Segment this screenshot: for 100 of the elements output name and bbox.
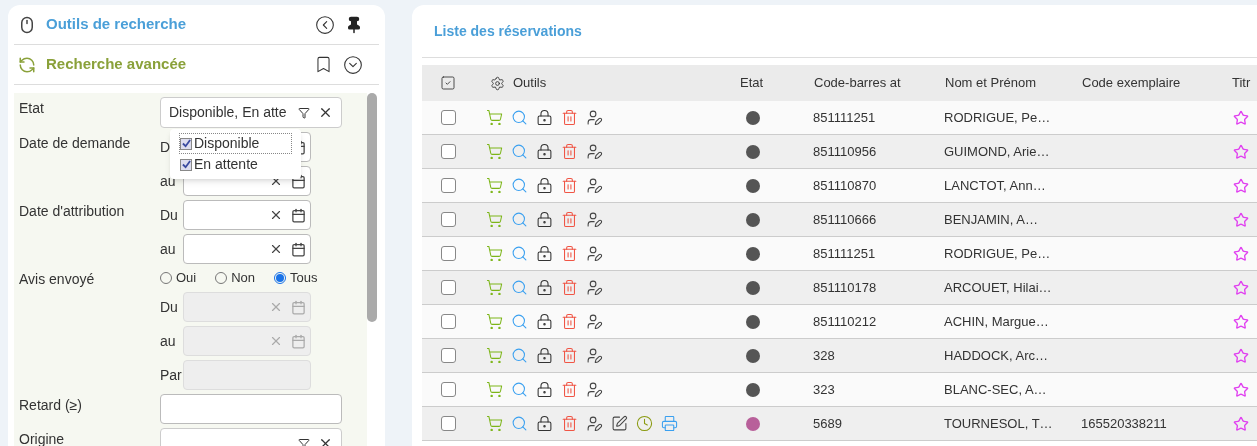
star-icon[interactable] [1233, 313, 1249, 330]
trash-icon[interactable] [561, 245, 578, 262]
radio-option[interactable]: Tous [274, 268, 318, 288]
edit-icon[interactable] [611, 415, 628, 432]
lock-icon[interactable] [536, 245, 553, 262]
trash-icon[interactable] [561, 211, 578, 228]
user-edit-icon[interactable] [586, 347, 603, 364]
lock-icon[interactable] [536, 279, 553, 296]
dropdown-option[interactable]: En attente [179, 154, 292, 175]
chevron-left-icon[interactable] [315, 14, 335, 35]
star-icon[interactable] [1233, 245, 1249, 262]
row-checkbox[interactable] [440, 314, 456, 329]
table-row[interactable]: 851111251 RODRIGUE, Pe… [422, 101, 1257, 135]
table-row[interactable]: 851110956 GUIMOND, Arie… [422, 135, 1257, 169]
search-icon[interactable] [511, 313, 528, 330]
clock-icon[interactable] [636, 415, 653, 432]
table-row[interactable]: 851110178 ARCOUET, Hilai… [422, 271, 1257, 305]
star-icon[interactable] [1233, 381, 1249, 398]
filter-icon[interactable] [298, 437, 310, 446]
search-icon[interactable] [511, 415, 528, 432]
user-edit-icon[interactable] [586, 211, 603, 228]
user-edit-icon[interactable] [586, 177, 603, 194]
star-icon[interactable] [1233, 143, 1249, 160]
table-row[interactable]: 851111251 RODRIGUE, Pe… [422, 237, 1257, 271]
search-icon[interactable] [511, 347, 528, 364]
select-field[interactable]: Disponible, En atte [160, 97, 342, 128]
trash-icon[interactable] [561, 109, 578, 126]
star-icon[interactable] [1233, 347, 1249, 364]
star-icon[interactable] [1233, 177, 1249, 194]
row-checkbox[interactable] [440, 110, 456, 125]
row-checkbox[interactable] [440, 212, 456, 227]
clear-icon[interactable] [318, 105, 333, 120]
table-row[interactable]: 851110870 LANCTOT, Ann… [422, 169, 1257, 203]
search-icon[interactable] [511, 279, 528, 296]
calendar-icon[interactable] [291, 207, 306, 223]
cart-icon[interactable] [486, 245, 503, 262]
pin-icon[interactable] [345, 15, 363, 34]
dropdown-option[interactable]: Disponible [179, 133, 292, 154]
row-checkbox[interactable] [440, 144, 456, 159]
lock-icon[interactable] [536, 313, 553, 330]
cart-icon[interactable] [486, 279, 503, 296]
user-edit-icon[interactable] [586, 245, 603, 262]
cart-icon[interactable] [486, 143, 503, 160]
printer-icon[interactable] [661, 415, 678, 432]
row-checkbox[interactable] [440, 178, 456, 193]
cart-icon[interactable] [486, 313, 503, 330]
date-field[interactable] [183, 234, 311, 264]
cart-icon[interactable] [486, 415, 503, 432]
user-edit-icon[interactable] [586, 143, 603, 160]
lock-icon[interactable] [536, 211, 553, 228]
search-icon[interactable] [511, 109, 528, 126]
user-edit-icon[interactable] [586, 109, 603, 126]
trash-icon[interactable] [561, 313, 578, 330]
select-all-icon[interactable] [440, 75, 456, 91]
calendar-icon[interactable] [291, 241, 306, 257]
lock-icon[interactable] [536, 381, 553, 398]
clear-icon[interactable] [269, 208, 283, 222]
star-icon[interactable] [1233, 279, 1249, 296]
cart-icon[interactable] [486, 347, 503, 364]
scrollbar[interactable] [367, 93, 377, 322]
trash-icon[interactable] [561, 415, 578, 432]
trash-icon[interactable] [561, 279, 578, 296]
user-edit-icon[interactable] [586, 313, 603, 330]
chevron-down-icon[interactable] [343, 54, 363, 75]
radio-option[interactable]: Non [215, 268, 256, 288]
table-row[interactable]: 328 HADDOCK, Arc… [422, 339, 1257, 373]
row-checkbox[interactable] [440, 382, 456, 397]
text-field[interactable] [160, 394, 342, 424]
user-edit-icon[interactable] [586, 415, 603, 432]
search-icon[interactable] [511, 245, 528, 262]
row-checkbox[interactable] [440, 348, 456, 363]
date-field[interactable] [183, 200, 311, 230]
search-icon[interactable] [511, 177, 528, 194]
search-icon[interactable] [511, 211, 528, 228]
table-row[interactable]: 323 BLANC-SEC, A… [422, 373, 1257, 407]
filter-icon[interactable] [298, 106, 310, 119]
row-checkbox[interactable] [440, 246, 456, 261]
star-icon[interactable] [1233, 211, 1249, 228]
trash-icon[interactable] [561, 143, 578, 160]
search-icon[interactable] [511, 143, 528, 160]
lock-icon[interactable] [536, 109, 553, 126]
trash-icon[interactable] [561, 177, 578, 194]
clear-icon[interactable] [269, 242, 283, 256]
cart-icon[interactable] [486, 381, 503, 398]
row-checkbox[interactable] [440, 416, 456, 431]
trash-icon[interactable] [561, 381, 578, 398]
row-checkbox[interactable] [440, 280, 456, 295]
table-row[interactable]: 851110666 BENJAMIN, A… [422, 203, 1257, 237]
radio-option[interactable]: Oui [160, 268, 197, 288]
star-icon[interactable] [1233, 109, 1249, 126]
bookmark-icon[interactable] [314, 55, 333, 74]
checkbox[interactable] [180, 137, 192, 150]
star-icon[interactable] [1233, 415, 1249, 432]
lock-icon[interactable] [536, 415, 553, 432]
lock-icon[interactable] [536, 347, 553, 364]
cart-icon[interactable] [486, 109, 503, 126]
cart-icon[interactable] [486, 177, 503, 194]
user-edit-icon[interactable] [586, 381, 603, 398]
trash-icon[interactable] [561, 347, 578, 364]
lock-icon[interactable] [536, 177, 553, 194]
